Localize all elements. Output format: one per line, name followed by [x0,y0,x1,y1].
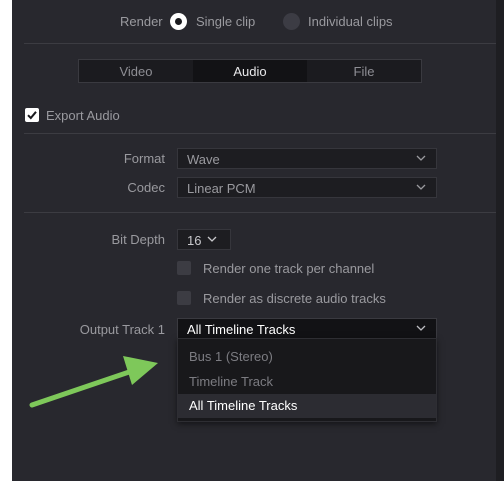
annotation-arrow [29,356,158,408]
